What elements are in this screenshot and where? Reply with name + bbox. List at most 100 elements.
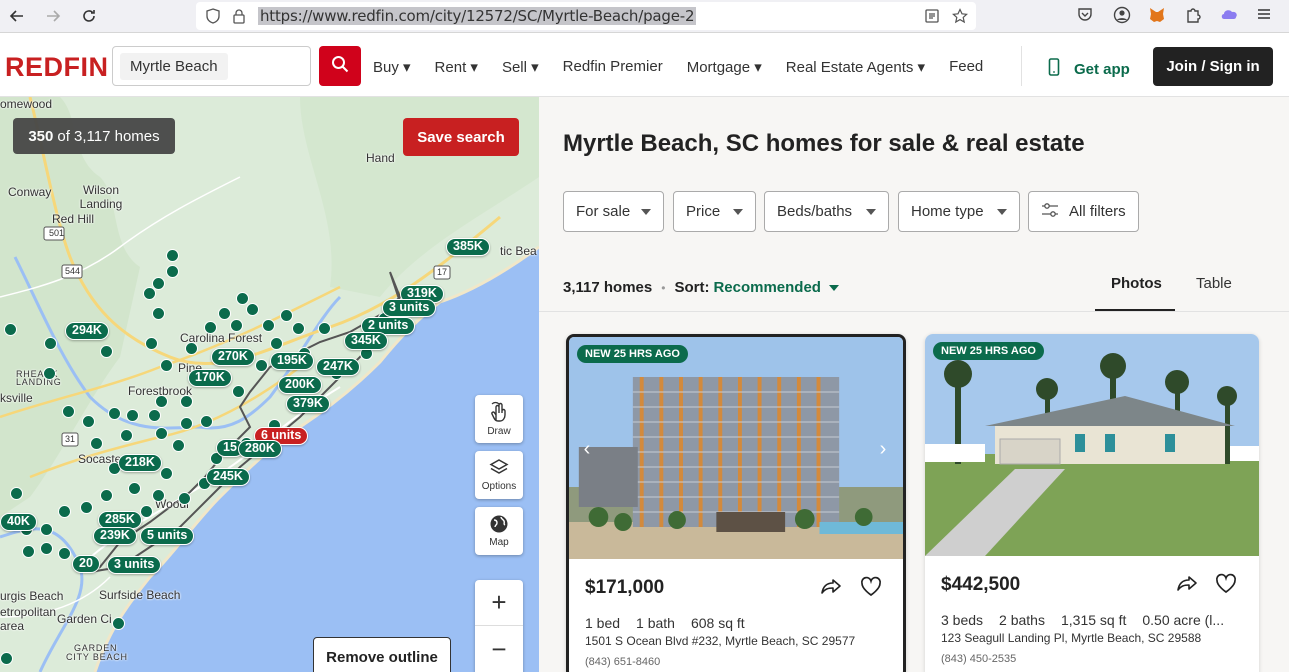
listing-dot[interactable]: [100, 489, 113, 502]
listing-dot[interactable]: [126, 409, 139, 422]
forward-icon[interactable]: [42, 5, 64, 27]
account-icon[interactable]: [1113, 6, 1131, 29]
sort-chevron-icon[interactable]: [828, 284, 839, 291]
price-marker[interactable]: 200K: [278, 376, 322, 394]
price-marker[interactable]: 40K: [0, 513, 37, 531]
listing-dot[interactable]: [22, 545, 35, 558]
reader-view-icon[interactable]: [924, 8, 940, 29]
listing-dot[interactable]: [128, 482, 141, 495]
address-bar[interactable]: https://www.redfin.com/city/12572/SC/Myr…: [196, 2, 976, 30]
map-type-button[interactable]: Map: [475, 507, 523, 555]
listing-dot[interactable]: [152, 489, 165, 502]
draw-button[interactable]: Draw: [475, 395, 523, 443]
listing-dot[interactable]: [185, 342, 198, 355]
listing-dot[interactable]: [180, 417, 193, 430]
carousel-prev-icon[interactable]: ‹: [573, 435, 601, 463]
extensions-puzzle-icon[interactable]: [1184, 6, 1202, 29]
join-sign-in-button[interactable]: Join / Sign in: [1153, 47, 1273, 86]
price-marker[interactable]: 345K: [344, 332, 388, 350]
listing-dot[interactable]: [58, 505, 71, 518]
listing-dot[interactable]: [178, 492, 191, 505]
listing-card[interactable]: NEW 25 HRS AGO $442,500 3 beds 2 baths 1…: [925, 334, 1259, 672]
remove-outline-button[interactable]: Remove outline: [313, 637, 451, 672]
lock-icon[interactable]: [232, 8, 246, 29]
listing-address[interactable]: 1501 S Ocean Blvd #232, Myrtle Beach, SC…: [585, 634, 855, 648]
location-search-input[interactable]: Myrtle Beach: [112, 46, 311, 86]
carousel-next-icon[interactable]: ›: [869, 435, 897, 463]
listing-photo[interactable]: [925, 334, 1259, 556]
price-marker[interactable]: 379K: [286, 395, 330, 413]
filter-price[interactable]: Price: [673, 191, 756, 232]
listing-dot[interactable]: [246, 303, 259, 316]
listing-dot[interactable]: [200, 415, 213, 428]
reload-icon[interactable]: [78, 5, 100, 27]
price-marker[interactable]: 5 units: [140, 527, 195, 545]
url-text[interactable]: https://www.redfin.com/city/12572/SC/Myr…: [258, 7, 697, 25]
tab-table[interactable]: Table: [1196, 275, 1232, 292]
bookmark-star-icon[interactable]: [952, 8, 968, 29]
nav-buy[interactable]: Buy ▾: [373, 58, 411, 76]
listing-dot[interactable]: [218, 307, 231, 320]
price-marker[interactable]: 3 units: [107, 556, 162, 574]
listing-dot[interactable]: [280, 309, 293, 322]
listing-dot[interactable]: [230, 319, 243, 332]
listing-dot[interactable]: [236, 292, 249, 305]
redfin-logo[interactable]: REDFIN: [5, 52, 109, 83]
nav-sell[interactable]: Sell ▾: [502, 58, 539, 76]
listing-dot[interactable]: [270, 337, 283, 350]
listing-dot[interactable]: [4, 323, 17, 336]
listing-dot[interactable]: [58, 547, 71, 560]
listing-dot[interactable]: [145, 337, 158, 350]
hamburger-menu-icon[interactable]: [1256, 6, 1272, 27]
listing-dot[interactable]: [166, 249, 179, 262]
listing-dot[interactable]: [80, 501, 93, 514]
price-marker[interactable]: 20: [72, 555, 100, 573]
listing-dot[interactable]: [44, 337, 57, 350]
zoom-in-button[interactable]: +: [475, 580, 523, 626]
share-icon[interactable]: [1175, 572, 1199, 601]
listing-dot[interactable]: [40, 523, 53, 536]
listing-dot[interactable]: [40, 542, 53, 555]
listing-dot[interactable]: [155, 395, 168, 408]
share-icon[interactable]: [819, 575, 843, 604]
listing-dot[interactable]: [166, 265, 179, 278]
price-marker[interactable]: 3 units: [382, 299, 437, 317]
listing-dot[interactable]: [90, 437, 103, 450]
listing-card[interactable]: NEW 25 HRS AGO ‹ › $171,000 1 bed 1 bath…: [566, 334, 906, 672]
listing-dot[interactable]: [292, 322, 305, 335]
sort-dropdown[interactable]: Recommended: [713, 279, 821, 296]
listing-dot[interactable]: [172, 439, 185, 452]
nav-redfin-premier[interactable]: Redfin Premier: [563, 58, 663, 76]
metamask-fox-icon[interactable]: [1148, 6, 1166, 29]
listing-dot[interactable]: [62, 405, 75, 418]
listing-dot[interactable]: [160, 359, 173, 372]
listing-dot[interactable]: [232, 385, 245, 398]
favorite-heart-icon[interactable]: [1214, 572, 1238, 601]
listing-dot[interactable]: [43, 367, 56, 380]
listing-dot[interactable]: [10, 487, 23, 500]
listing-dot[interactable]: [0, 652, 13, 665]
listing-dot[interactable]: [82, 415, 95, 428]
extension-cloud-icon[interactable]: [1220, 6, 1240, 29]
nav-feed[interactable]: Feed: [949, 58, 983, 76]
favorite-heart-icon[interactable]: [859, 575, 883, 604]
price-marker[interactable]: 218K: [118, 454, 162, 472]
price-marker[interactable]: 170K: [188, 369, 232, 387]
listing-dot[interactable]: [262, 319, 275, 332]
nav-rent[interactable]: Rent ▾: [435, 58, 478, 76]
listing-dot[interactable]: [180, 395, 193, 408]
price-marker[interactable]: 385K: [446, 238, 490, 256]
listing-dot[interactable]: [318, 322, 331, 335]
listing-dot[interactable]: [112, 617, 125, 630]
filter-for-sale[interactable]: For sale: [563, 191, 664, 232]
listing-dot[interactable]: [255, 359, 268, 372]
zoom-out-button[interactable]: −: [475, 626, 523, 672]
shield-icon[interactable]: [205, 8, 221, 29]
price-marker[interactable]: 195K: [270, 352, 314, 370]
tab-photos[interactable]: Photos: [1111, 275, 1162, 292]
price-marker[interactable]: 245K: [206, 468, 250, 486]
listing-dot[interactable]: [108, 407, 121, 420]
save-search-button[interactable]: Save search: [403, 118, 519, 156]
price-marker[interactable]: 239K: [93, 527, 137, 545]
listing-dot[interactable]: [140, 505, 153, 518]
